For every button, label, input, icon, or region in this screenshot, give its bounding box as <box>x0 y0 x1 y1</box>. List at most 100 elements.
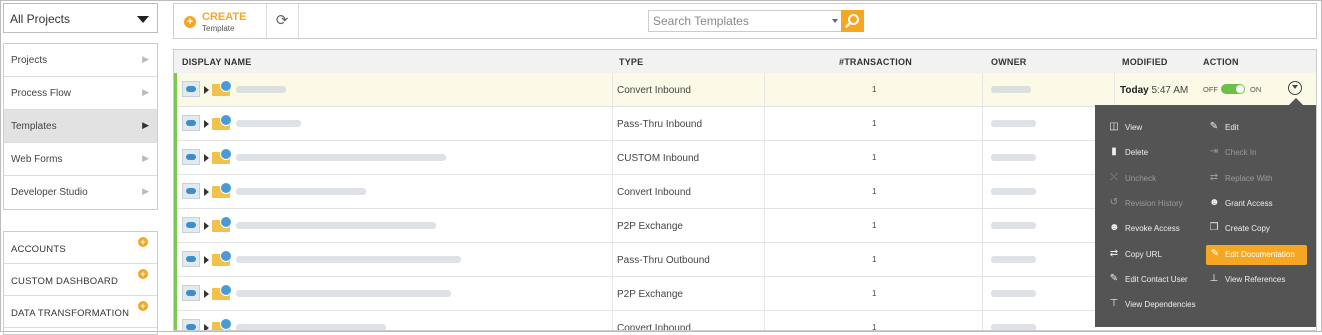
sidebar-item-process-flow[interactable]: Process Flow ▶ <box>4 77 157 110</box>
refresh-icon: ⟳ <box>275 12 289 29</box>
sitemap-icon: ⊥ <box>1209 273 1219 284</box>
menu-item-label: Copy URL <box>1125 250 1162 259</box>
section-accounts[interactable]: ACCOUNTS + <box>4 232 157 264</box>
cloud-icon <box>182 115 200 131</box>
row-status-indicator <box>174 73 177 107</box>
search-button[interactable] <box>841 10 864 32</box>
section-label: DATA TRANSFORMATION <box>11 308 130 319</box>
transaction-cell: 1 <box>764 277 982 310</box>
display-name-redacted[interactable] <box>236 256 461 263</box>
table-header: DISPLAY NAME TYPE #TRANSACTION OWNER MOD… <box>174 50 1316 74</box>
display-name-redacted[interactable] <box>236 222 436 229</box>
sidebar: All Projects Projects ▶ Process Flow ▶ T… <box>3 3 161 335</box>
trash-icon: ▮ <box>1111 146 1117 157</box>
col-owner[interactable]: OWNER <box>991 57 1027 67</box>
template-folder-icon <box>212 80 232 96</box>
transaction-cell: 1 <box>764 311 982 330</box>
menu-item-label: Create Copy <box>1225 224 1270 233</box>
chevron-right-icon: ▶ <box>142 54 149 64</box>
menu-item-label: View <box>1125 123 1143 132</box>
expand-icon[interactable] <box>204 222 209 230</box>
owner-redacted <box>991 86 1031 93</box>
toggle-off-label: OFF <box>1203 85 1218 94</box>
expand-icon[interactable] <box>204 256 209 264</box>
chevron-right-icon: ▶ <box>142 186 149 196</box>
expand-icon[interactable] <box>204 86 209 94</box>
display-name-redacted[interactable] <box>236 324 386 330</box>
owner-redacted <box>991 256 1036 263</box>
table-row[interactable]: Convert Inbound 1 Today 5:47 AM OFF ON <box>174 73 1316 107</box>
col-modified[interactable]: MODIFIED <box>1122 57 1168 67</box>
transaction-cell: 1 <box>764 141 982 174</box>
owner-redacted <box>991 188 1036 195</box>
menu-item-edit-documentation[interactable]: ✎ Edit Documentation <box>1206 245 1307 265</box>
toolbar: + CREATE Template ⟳ <box>173 3 1317 39</box>
template-folder-icon <box>212 182 232 198</box>
col-type[interactable]: TYPE <box>619 57 643 67</box>
row-status-indicator <box>174 243 177 277</box>
refresh-button[interactable]: ⟳ <box>266 4 299 38</box>
modified-day: Today <box>1120 85 1149 96</box>
menu-item-label: Check In <box>1225 148 1257 157</box>
expand-icon[interactable] <box>204 154 209 162</box>
row-status-indicator <box>174 209 177 243</box>
type-cell: Convert Inbound <box>612 175 764 208</box>
cloud-icon <box>182 251 200 267</box>
menu-item-label: Delete <box>1125 148 1149 157</box>
template-folder-icon <box>212 318 232 330</box>
add-icon[interactable]: + <box>138 301 148 311</box>
expand-icon[interactable] <box>204 188 209 196</box>
transaction-count: 1 <box>872 153 877 162</box>
section-custom-dashboard[interactable]: CUSTOM DASHBOARD + <box>4 264 157 296</box>
display-name-redacted[interactable] <box>236 154 446 161</box>
modified-cell: Today 5:47 AM <box>1114 73 1196 106</box>
sidebar-item-templates[interactable]: Templates ▶ <box>4 110 157 143</box>
expand-icon[interactable] <box>204 324 209 330</box>
add-icon[interactable]: + <box>138 237 148 247</box>
search-dropdown-icon[interactable] <box>832 19 838 23</box>
expand-icon[interactable] <box>204 120 209 128</box>
type-value: Convert Inbound <box>617 85 691 96</box>
chevron-right-icon: ▶ <box>142 120 149 130</box>
col-transaction[interactable]: #TRANSACTION <box>839 57 912 67</box>
transaction-cell: 1 <box>764 175 982 208</box>
project-select[interactable]: All Projects <box>3 3 158 33</box>
create-template-button[interactable]: + CREATE Template <box>174 4 267 38</box>
transaction-count: 1 <box>872 85 877 94</box>
menu-item-label: View Dependencies <box>1125 300 1196 309</box>
copy-icon: ❐ <box>1209 222 1219 233</box>
type-cell: Pass-Thru Inbound <box>612 107 764 140</box>
transaction-cell: 1 <box>764 107 982 140</box>
cloud-icon <box>182 319 200 330</box>
plus-circle-icon: + <box>184 16 196 28</box>
sidebar-item-projects[interactable]: Projects ▶ <box>4 44 157 77</box>
display-name-redacted[interactable] <box>236 290 451 297</box>
expand-icon[interactable] <box>204 290 209 298</box>
menu-item-label: Edit Contact User <box>1125 275 1188 284</box>
display-name-redacted[interactable] <box>236 86 286 93</box>
section-label: ACCOUNTS <box>11 244 66 255</box>
search-icon <box>845 14 859 28</box>
toggle-switch[interactable] <box>1221 84 1245 94</box>
cloud-icon <box>182 183 200 199</box>
template-folder-icon <box>212 284 232 300</box>
sidebar-item-label: Projects <box>11 55 48 66</box>
row-action-menu-button[interactable] <box>1288 81 1302 95</box>
type-value: CUSTOM Inbound <box>617 153 700 164</box>
section-data-transformation[interactable]: DATA TRANSFORMATION + <box>4 296 157 328</box>
chevron-right-icon: ▶ <box>142 87 149 97</box>
col-action: ACTION <box>1203 57 1239 67</box>
add-icon[interactable]: + <box>138 269 148 279</box>
user-plus-icon: ☻ <box>1209 197 1220 208</box>
menu-item-label: Revision History <box>1125 199 1183 208</box>
display-name-redacted[interactable] <box>236 120 301 127</box>
pencil-icon: ✎ <box>1210 248 1220 259</box>
history-icon: ↺ <box>1109 197 1119 208</box>
col-display-name[interactable]: DISPLAY NAME <box>182 57 251 67</box>
sidebar-item-developer-studio[interactable]: Developer Studio ▶ <box>4 176 157 209</box>
sidebar-item-web-forms[interactable]: Web Forms ▶ <box>4 143 157 176</box>
modified-time: 5:47 AM <box>1151 85 1189 96</box>
owner-redacted <box>991 324 1036 330</box>
search-input[interactable] <box>649 11 827 31</box>
display-name-redacted[interactable] <box>236 188 366 195</box>
